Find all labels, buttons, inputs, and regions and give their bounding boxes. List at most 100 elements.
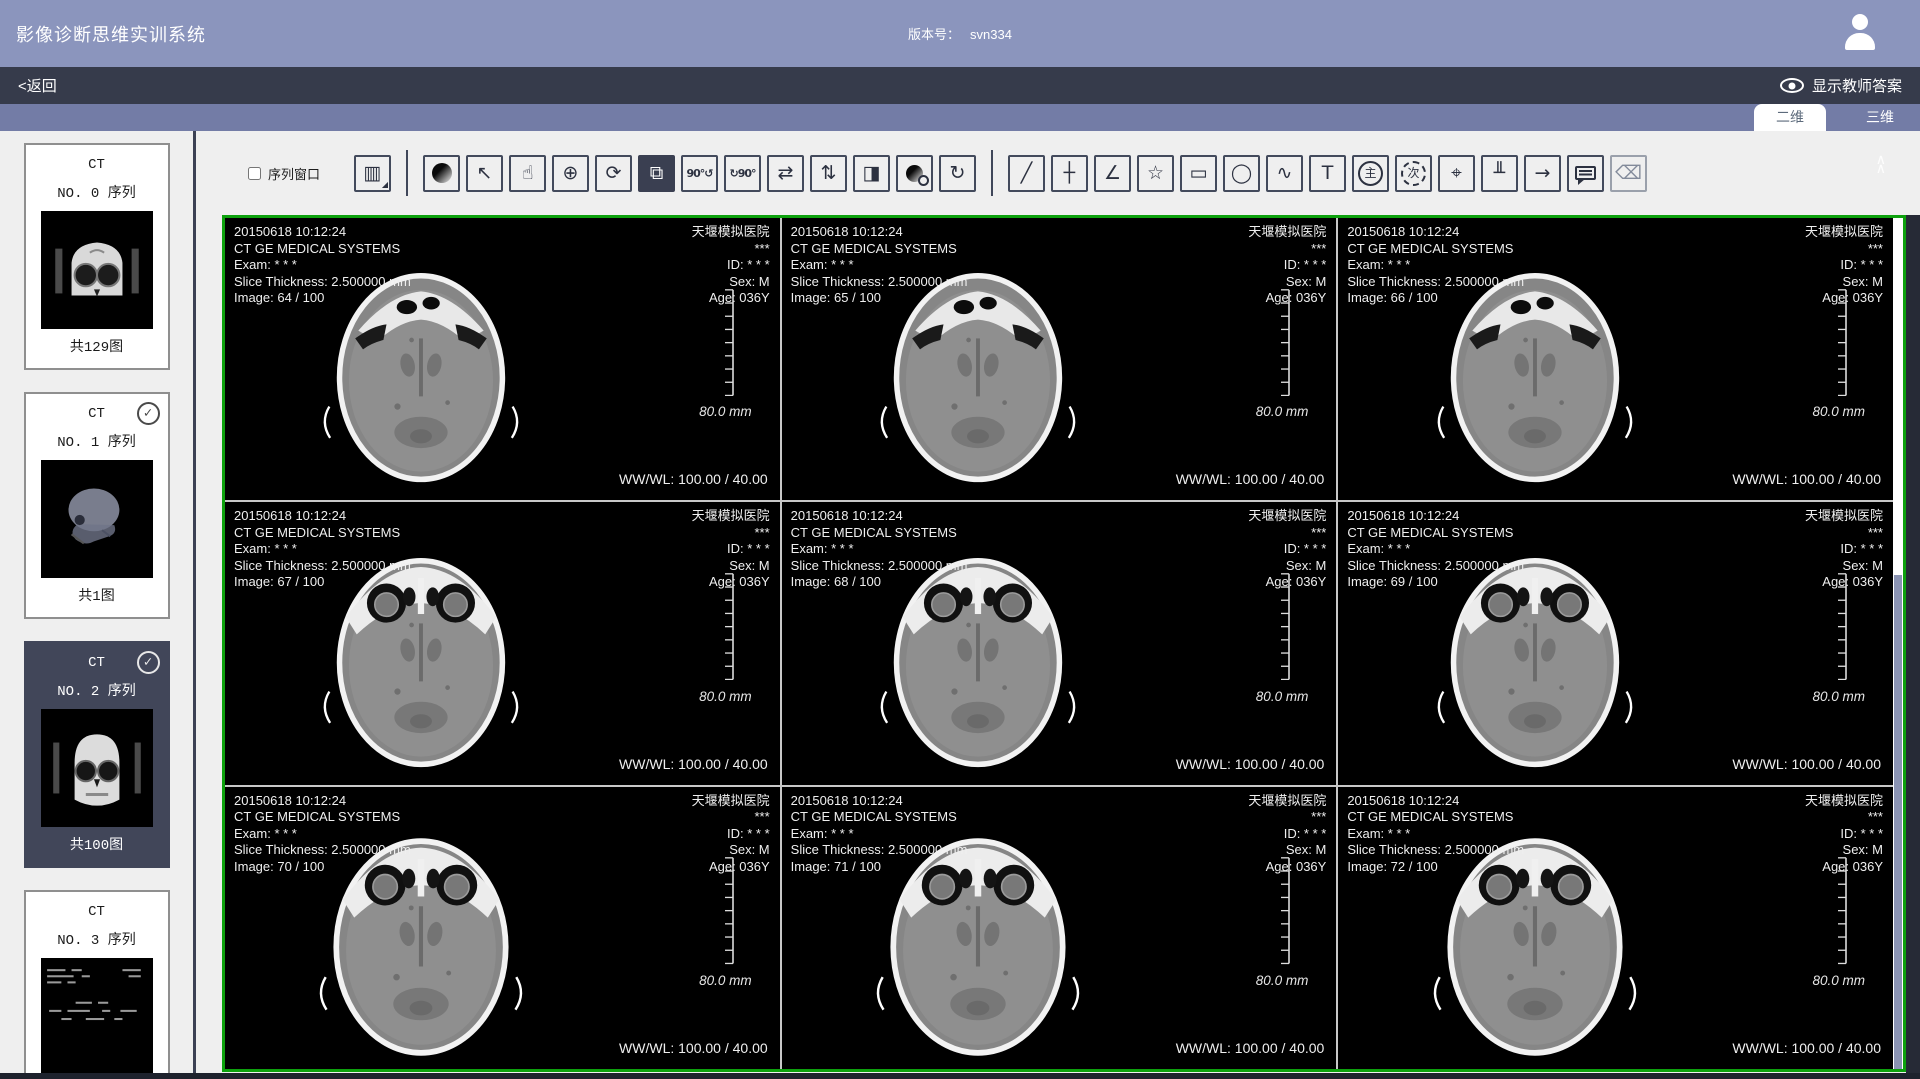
scale-label: 80.0 mm xyxy=(699,404,752,419)
tool-flip-horizontal[interactable]: ⇄ xyxy=(767,155,804,192)
viewer-cell[interactable]: 20150618 10:12:24 CT GE MEDICAL SYSTEMS … xyxy=(225,218,780,500)
series-name: NO. 0 序列 xyxy=(26,182,168,202)
viewer-cell[interactable]: 20150618 10:12:24 CT GE MEDICAL SYSTEMS … xyxy=(1338,787,1893,1069)
tab-3d[interactable]: 三维 xyxy=(1840,104,1920,131)
tool-histogram[interactable]: ╨ xyxy=(1481,155,1518,192)
cell-sex: Sex: M xyxy=(1248,274,1326,291)
tool-refresh-rotate[interactable]: ⟳ xyxy=(595,155,632,192)
cell-system: CT GE MEDICAL SYSTEMS xyxy=(234,241,411,258)
tool-draw-ellipse[interactable]: ◯ xyxy=(1223,155,1260,192)
window-preset-sphere-icon xyxy=(432,163,452,183)
layout-grid-icon: ▥ xyxy=(364,164,382,183)
cell-sex: Sex: M xyxy=(1248,558,1326,575)
viewer-cell[interactable]: 20150618 10:12:24 CT GE MEDICAL SYSTEMS … xyxy=(1338,502,1893,784)
scale-ruler-icon xyxy=(720,289,736,396)
cell-sex: Sex: M xyxy=(692,274,770,291)
cell-image-number: Image: 72 / 100 xyxy=(1347,859,1524,876)
skull-front-thumb xyxy=(41,709,153,827)
cell-hospital: 天堰模拟医院 xyxy=(1805,508,1883,525)
tool-draw-rectangle[interactable]: ▭ xyxy=(1180,155,1217,192)
toolbar: 序列窗口 ▥◢ ↖ ☝ ⊕⟳⧉90°↺↻90°⇄⇅◨ ↻ ╱┼∠☆ ▭ ◯ ∿ T主次 ⌖ ╨ → ⌫ ∧… xyxy=(196,131,1920,215)
cell-image-number: Image: 66 / 100 xyxy=(1347,290,1524,307)
cell-info-left: 20150618 10:12:24 CT GE MEDICAL SYSTEMS … xyxy=(1347,224,1524,307)
tool-pan[interactable]: ☝ xyxy=(509,155,546,192)
tool-marker-primary[interactable]: 主 xyxy=(1352,155,1389,192)
cell-datetime: 20150618 10:12:24 xyxy=(234,793,411,810)
series-sidebar: CT NO. 0 序列 共129图 ✓ CT NO. 1 序列 xyxy=(0,131,196,1079)
cell-system: CT GE MEDICAL SYSTEMS xyxy=(1347,241,1524,258)
tool-flip-vertical[interactable]: ⇅ xyxy=(810,155,847,192)
series-card-1[interactable]: ✓ CT NO. 1 序列 共1图 xyxy=(24,392,170,619)
tool-rotate-ccw-90[interactable]: 90°↺ xyxy=(681,155,718,192)
cell-stars: *** xyxy=(1248,809,1326,826)
series-window-toggle[interactable]: 序列窗口 xyxy=(248,164,320,183)
series-thumbnail xyxy=(41,709,153,827)
series-card-0[interactable]: CT NO. 0 序列 共129图 xyxy=(24,143,170,370)
user-avatar-icon[interactable] xyxy=(1842,14,1878,52)
version-value: svn334 xyxy=(970,27,1012,42)
tool-window-preset-sphere[interactable] xyxy=(423,155,460,192)
tool-profile-curve[interactable]: ∿ xyxy=(1266,155,1303,192)
viewer-cell[interactable]: 20150618 10:12:24 CT GE MEDICAL SYSTEMS … xyxy=(782,218,1337,500)
cell-datetime: 20150618 10:12:24 xyxy=(791,224,968,241)
collapse-toolbar-button[interactable]: ∧ ∧ xyxy=(1876,155,1886,173)
localizer-icon: ⌖ xyxy=(1451,164,1462,183)
series-window-checkbox[interactable] xyxy=(248,167,261,180)
window-level-readout: WW/WL: 100.00 / 40.00 xyxy=(1732,756,1881,772)
scale-label: 80.0 mm xyxy=(1256,973,1309,988)
tool-localizer[interactable]: ⌖ xyxy=(1438,155,1475,192)
tool-window-level[interactable] xyxy=(896,155,933,192)
cell-info-left: 20150618 10:12:24 CT GE MEDICAL SYSTEMS … xyxy=(234,793,411,876)
cell-datetime: 20150618 10:12:24 xyxy=(234,224,411,241)
cell-stars: *** xyxy=(692,525,770,542)
tool-invert[interactable]: ◨ xyxy=(853,155,890,192)
scrollbar-thumb[interactable] xyxy=(1894,575,1902,1069)
cell-exam: Exam: * * * xyxy=(791,257,968,274)
tool-region-zoom[interactable]: ⧉ xyxy=(638,155,675,192)
top-bar: 影像诊断思维实训系统 版本号：svn334 xyxy=(0,0,1920,67)
tool-eraser[interactable]: ⌫ xyxy=(1610,155,1647,192)
window-level-readout: WW/WL: 100.00 / 40.00 xyxy=(1176,471,1325,487)
scale-ruler-icon xyxy=(720,573,736,680)
back-button[interactable]: <返回 xyxy=(18,75,57,96)
viewer-cell[interactable]: 20150618 10:12:24 CT GE MEDICAL SYSTEMS … xyxy=(1338,218,1893,500)
cell-hospital: 天堰模拟医院 xyxy=(1805,793,1883,810)
tool-measure-line[interactable]: ╱ xyxy=(1008,155,1045,192)
profile-curve-icon: ∿ xyxy=(1277,164,1293,183)
tool-layout-grid[interactable]: ▥◢ xyxy=(354,155,391,192)
scale-ruler-icon xyxy=(1833,289,1849,396)
tool-select[interactable]: ↖ xyxy=(466,155,503,192)
tab-2d[interactable]: 二维 xyxy=(1754,104,1826,131)
window-level-readout: WW/WL: 100.00 / 40.00 xyxy=(619,756,768,772)
tool-zoom-in[interactable]: ⊕ xyxy=(552,155,589,192)
series-name: NO. 1 序列 xyxy=(26,431,168,451)
cell-exam: Exam: * * * xyxy=(1347,541,1524,558)
arrow-annotation-icon: → xyxy=(1535,164,1551,183)
viewer-cell[interactable]: 20150618 10:12:24 CT GE MEDICAL SYSTEMS … xyxy=(782,787,1337,1069)
show-teacher-answer-button[interactable]: 显示教师答案 xyxy=(1780,75,1902,96)
viewer-cell[interactable]: 20150618 10:12:24 CT GE MEDICAL SYSTEMS … xyxy=(225,502,780,784)
cell-image-number: Image: 64 / 100 xyxy=(234,290,411,307)
series-card-2[interactable]: ✓ CT NO. 2 序列 共100图 xyxy=(24,641,170,868)
viewer-cell[interactable]: 20150618 10:12:24 CT GE MEDICAL SYSTEMS … xyxy=(225,787,780,1069)
tool-measure-angle[interactable]: ∠ xyxy=(1094,155,1131,192)
cell-image-number: Image: 70 / 100 xyxy=(234,859,411,876)
tool-measure-cross[interactable]: ┼ xyxy=(1051,155,1088,192)
cell-patient-id: ID: * * * xyxy=(692,541,770,558)
tool-comment[interactable] xyxy=(1567,155,1604,192)
viewer-cell[interactable]: 20150618 10:12:24 CT GE MEDICAL SYSTEMS … xyxy=(782,502,1337,784)
tool-draw-star[interactable]: ☆ xyxy=(1137,155,1174,192)
scale-ruler-icon xyxy=(1276,573,1292,680)
series-card-3[interactable]: CT NO. 3 序列 共1图 xyxy=(24,890,170,1079)
cell-info-left: 20150618 10:12:24 CT GE MEDICAL SYSTEMS … xyxy=(791,508,968,591)
tool-marker-secondary[interactable]: 次 xyxy=(1395,155,1432,192)
viewer-scrollbar[interactable] xyxy=(1893,218,1903,1069)
tool-reset[interactable]: ↻ xyxy=(939,155,976,192)
tool-arrow-annotation[interactable]: → xyxy=(1524,155,1561,192)
tool-rotate-cw-90[interactable]: ↻90° xyxy=(724,155,761,192)
draw-rectangle-icon: ▭ xyxy=(1190,164,1208,183)
select-icon: ↖ xyxy=(477,164,493,183)
pan-icon: ☝ xyxy=(522,164,534,183)
tool-text-annotation[interactable]: T xyxy=(1309,155,1346,192)
cell-exam: Exam: * * * xyxy=(234,257,411,274)
